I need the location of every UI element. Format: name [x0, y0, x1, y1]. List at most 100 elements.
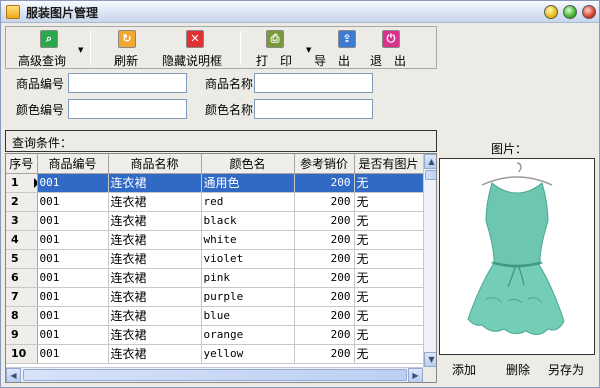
cell-price[interactable]: 200 [294, 268, 355, 288]
cell-product-code[interactable]: 001 [37, 230, 109, 250]
dropdown-arrow-icon[interactable]: ▼ [78, 46, 83, 54]
table-row[interactable]: 7 001 连衣裙 purple 200 无 [6, 287, 424, 307]
cell-product-code[interactable]: 001 [37, 249, 109, 269]
cell-price[interactable]: 200 [294, 211, 355, 231]
table-row[interactable]: 9 001 连衣裙 orange 200 无 [6, 325, 424, 345]
cell-price[interactable]: 200 [294, 287, 355, 307]
cell-product-name[interactable]: 连衣裙 [108, 192, 202, 212]
scroll-up-icon[interactable]: ▲ [424, 154, 436, 169]
add-image-button[interactable]: 添加 [452, 361, 476, 378]
cell-product-name[interactable]: 连衣裙 [108, 268, 202, 288]
scroll-down-icon[interactable]: ▼ [424, 352, 436, 367]
table-row[interactable]: 10 001 连衣裙 yellow 200 无 [6, 344, 424, 364]
column-header-index[interactable]: 序号 [6, 154, 38, 174]
cell-color-name[interactable]: 通用色 [201, 173, 295, 193]
cell-has-image[interactable]: 无 [354, 325, 424, 345]
scroll-right-icon[interactable]: ▶ [408, 368, 423, 382]
cell-product-code[interactable]: 001 [37, 192, 109, 212]
cell-product-name[interactable]: 连衣裙 [108, 306, 202, 326]
cell-has-image[interactable]: 无 [354, 173, 424, 193]
cell-price[interactable]: 200 [294, 325, 355, 345]
cell-has-image[interactable]: 无 [354, 192, 424, 212]
table-row[interactable]: 5 001 连衣裙 violet 200 无 [6, 249, 424, 269]
cell-has-image[interactable]: 无 [354, 268, 424, 288]
table-row[interactable]: 2 001 连衣裙 red 200 无 [6, 192, 424, 212]
cell-product-name[interactable]: 连衣裙 [108, 211, 202, 231]
cell-color-name[interactable]: pink [201, 268, 295, 288]
product-name-input[interactable] [254, 73, 373, 93]
save-as-button[interactable]: 另存为 [548, 361, 584, 378]
cell-has-image[interactable]: 无 [354, 344, 424, 364]
product-code-input[interactable] [68, 73, 187, 93]
cell-color-name[interactable]: yellow [201, 344, 295, 364]
cell-price[interactable]: 200 [294, 306, 355, 326]
cell-price[interactable]: 200 [294, 249, 355, 269]
vertical-scrollbar[interactable]: ▲ ▼ [423, 154, 436, 367]
row-number[interactable]: 5 [6, 249, 38, 269]
cell-color-name[interactable]: red [201, 192, 295, 212]
cell-price[interactable]: 200 [294, 192, 355, 212]
horizontal-scroll-thumb[interactable] [23, 369, 407, 381]
close-button[interactable] [582, 5, 596, 19]
table-row[interactable]: 3 001 连衣裙 black 200 无 [6, 211, 424, 231]
cell-color-name[interactable]: black [201, 211, 295, 231]
vertical-scroll-thumb[interactable] [425, 170, 436, 180]
cell-product-code[interactable]: 001 [37, 173, 109, 193]
dropdown-arrow-icon[interactable]: ▼ [306, 46, 311, 54]
table-row[interactable]: 8 001 连衣裙 blue 200 无 [6, 306, 424, 326]
cell-product-code[interactable]: 001 [37, 344, 109, 364]
column-header-color-name[interactable]: 颜色名 [201, 154, 295, 174]
maximize-button[interactable] [563, 5, 577, 19]
row-number[interactable]: 9 [6, 325, 38, 345]
table-row[interactable]: 4 001 连衣裙 white 200 无 [6, 230, 424, 250]
refresh-button[interactable]: ↻ 刷新 [106, 30, 146, 68]
delete-image-button[interactable]: 删除 [506, 361, 530, 378]
color-code-input[interactable] [68, 99, 187, 119]
cell-color-name[interactable]: blue [201, 306, 295, 326]
cell-has-image[interactable]: 无 [354, 230, 424, 250]
cell-product-name[interactable]: 连衣裙 [108, 173, 202, 193]
cell-product-name[interactable]: 连衣裙 [108, 325, 202, 345]
color-name-input[interactable] [254, 99, 373, 119]
column-header-product-name[interactable]: 商品名称 [108, 154, 202, 174]
scroll-left-icon[interactable]: ◀ [6, 368, 21, 382]
cell-product-code[interactable]: 001 [37, 211, 109, 231]
row-number[interactable]: 6 [6, 268, 38, 288]
column-header-has-image[interactable]: 是否有图片 [354, 154, 424, 174]
advanced-search-button[interactable]: ⌕ 高级查询 ▼ [12, 30, 88, 68]
row-number[interactable]: 4 [6, 230, 38, 250]
cell-has-image[interactable]: 无 [354, 306, 424, 326]
row-number[interactable]: 10 [6, 344, 38, 364]
print-button[interactable]: ⎙ 打 印 ▼ [256, 30, 318, 68]
row-number[interactable]: 1 [6, 173, 38, 193]
cell-color-name[interactable]: violet [201, 249, 295, 269]
column-header-price[interactable]: 参考销价 [294, 154, 355, 174]
row-number[interactable]: 8 [6, 306, 38, 326]
cell-color-name[interactable]: white [201, 230, 295, 250]
row-number[interactable]: 7 [6, 287, 38, 307]
cell-price[interactable]: 200 [294, 344, 355, 364]
cell-color-name[interactable]: purple [201, 287, 295, 307]
row-number[interactable]: 2 [6, 192, 38, 212]
cell-has-image[interactable]: 无 [354, 211, 424, 231]
cell-product-code[interactable]: 001 [37, 268, 109, 288]
cell-price[interactable]: 200 [294, 230, 355, 250]
table-row[interactable]: 6 001 连衣裙 pink 200 无 [6, 268, 424, 288]
cell-has-image[interactable]: 无 [354, 287, 424, 307]
cell-product-name[interactable]: 连衣裙 [108, 287, 202, 307]
cell-product-name[interactable]: 连衣裙 [108, 344, 202, 364]
exit-button[interactable]: ⏻ 退 出 [370, 30, 414, 68]
hide-help-button[interactable]: ✕ 隐藏说明框 [158, 30, 240, 68]
export-button[interactable]: ⇪ 导 出 [314, 30, 366, 68]
horizontal-scrollbar[interactable]: ◀ ▶ [6, 367, 423, 382]
row-number[interactable]: 3 [6, 211, 38, 231]
column-header-product-code[interactable]: 商品编号 [37, 154, 109, 174]
cell-color-name[interactable]: orange [201, 325, 295, 345]
cell-product-name[interactable]: 连衣裙 [108, 249, 202, 269]
cell-product-code[interactable]: 001 [37, 306, 109, 326]
table-row[interactable]: 1 001 连衣裙 通用色 200 无 [6, 173, 424, 193]
cell-price[interactable]: 200 [294, 173, 355, 193]
cell-has-image[interactable]: 无 [354, 249, 424, 269]
cell-product-name[interactable]: 连衣裙 [108, 230, 202, 250]
cell-product-code[interactable]: 001 [37, 287, 109, 307]
